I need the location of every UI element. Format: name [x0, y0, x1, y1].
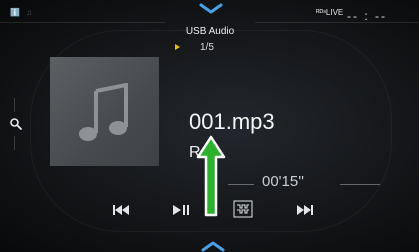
source-label: USB Audio — [185, 26, 235, 37]
track-position: 1/5 — [200, 42, 214, 53]
track-marker-icon — [175, 44, 180, 50]
progress-line-right — [340, 184, 380, 185]
chevron-up-icon[interactable] — [200, 238, 226, 252]
search-icon[interactable] — [9, 117, 23, 131]
play-pause-icon[interactable] — [173, 204, 189, 216]
chevron-down-icon[interactable] — [198, 0, 224, 16]
previous-track-icon[interactable] — [113, 204, 129, 216]
side-divider-top — [14, 98, 15, 112]
side-divider-bottom — [14, 136, 15, 150]
next-track-icon[interactable] — [297, 204, 313, 216]
clock: -- : -- — [347, 9, 387, 23]
elapsed-time: 00'15'' — [262, 173, 304, 190]
live-indicator: ᴿᴰˢLIVE — [316, 8, 344, 17]
equalizer-icon[interactable] — [233, 200, 253, 218]
progress-line-left — [228, 184, 254, 185]
frame-top-right — [255, 22, 419, 23]
album-art — [50, 57, 159, 166]
status-icons: ℹ️ ♫ — [10, 8, 35, 17]
swipe-up-arrow-icon — [196, 135, 226, 217]
music-note-icon — [79, 83, 128, 141]
track-title: 001.mp3 — [189, 109, 275, 134]
frame-top-left — [0, 22, 165, 23]
audio-screen: ℹ️ ♫ USB Audio 1/5 ᴿᴰˢLIVE -- : -- 001.m… — [0, 0, 419, 252]
